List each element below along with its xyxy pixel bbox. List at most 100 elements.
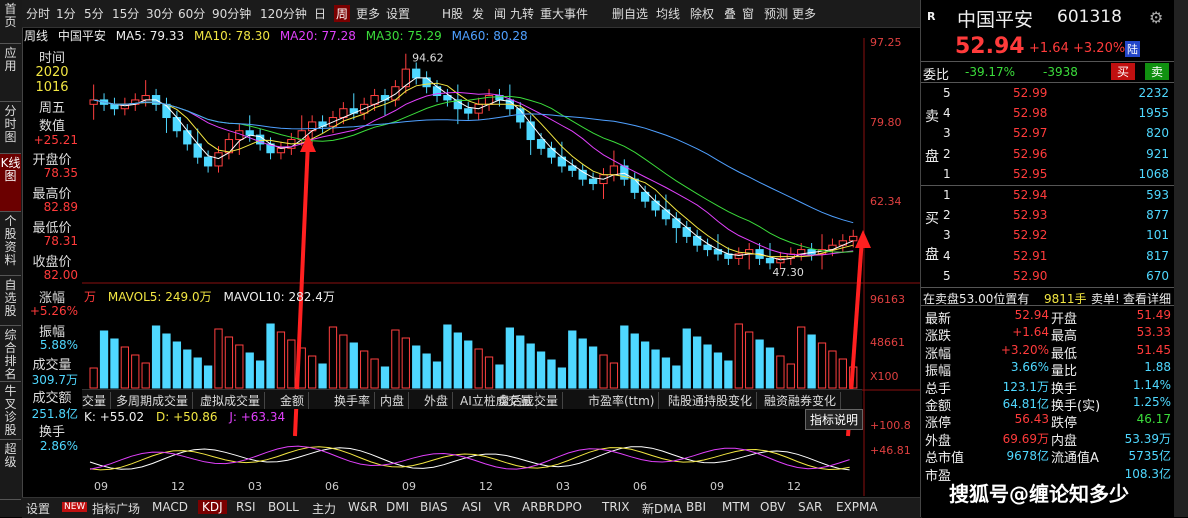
period-tab-7[interactable]: 120分钟 [260, 5, 307, 22]
high-value: 82.89 [43, 200, 78, 214]
volume-bar-60 [713, 352, 723, 389]
bottom-tab-20[interactable]: SAR [798, 500, 822, 514]
axis-label-0: 97.25 [870, 38, 902, 49]
period-tab-1[interactable]: 1分 [56, 5, 76, 22]
indicator-tab-5[interactable]: 内盘 [380, 392, 410, 409]
bottom-tab-12[interactable]: VR [494, 500, 511, 514]
volume-bar-68 [797, 326, 806, 389]
tool-item-0[interactable]: H股 [442, 5, 463, 22]
stat-label-a-8: 总市值 [925, 451, 965, 467]
kdj-legend: K: +55.02 D: +50.86 J: +63.34 [84, 410, 285, 424]
volume-bar-23 [328, 326, 338, 389]
tool-item-2[interactable]: 闻 [494, 5, 506, 22]
period-tab-6[interactable]: 90分钟 [212, 5, 251, 22]
bottom-tab-7[interactable]: 主力 [312, 500, 336, 517]
period-tab-2[interactable]: 5分 [84, 5, 104, 22]
bids-price-2: 52.92 [1013, 228, 1048, 243]
nav-item-2[interactable]: 分时图 [0, 102, 21, 154]
indicator-tab-3[interactable]: 金额 [280, 392, 310, 409]
tool-item-8[interactable]: 叠 [724, 5, 736, 22]
kline-chart[interactable]: 97.25 79.80 62.34 96163 48661 X100 +100.8 +46.8… [82, 38, 920, 496]
right-scrollbar[interactable] [1174, 0, 1188, 517]
tool-item-9[interactable]: 窗 [742, 5, 754, 22]
kdj-j: J: +63.34 [229, 410, 286, 424]
tool-item-3[interactable]: 九转 [510, 5, 534, 22]
bottom-tab-2[interactable]: 指标广场 [92, 500, 140, 517]
bottom-tab-1[interactable]: NEW [62, 502, 88, 512]
bottom-tab-14[interactable]: DPO [556, 500, 582, 514]
axis-label-4: 48661 [870, 336, 905, 349]
nav-item-6[interactable]: 综合排名 [0, 326, 21, 382]
period-tab-10[interactable]: 更多 [356, 5, 380, 22]
bottom-tab-6[interactable]: BOLL [268, 500, 299, 514]
bids-qty-2: 101 [1146, 228, 1169, 243]
bottom-tab-18[interactable]: MTM [722, 500, 750, 514]
tool-item-6[interactable]: 均线 [656, 5, 680, 22]
close-value: 82.00 [43, 268, 78, 282]
tool-item-11[interactable]: 更多 [792, 5, 816, 22]
nav-item-3[interactable]: K线图 [0, 154, 21, 212]
indicator-tab-1[interactable]: 多周期成交量 [116, 392, 194, 409]
period-tab-5[interactable]: 60分 [178, 5, 205, 22]
nav-item-5[interactable]: 自选股 [0, 276, 21, 326]
sell-button[interactable]: 卖 [1145, 63, 1170, 80]
tool-item-10[interactable]: 预测 [764, 5, 788, 22]
tool-item-7[interactable]: 除权 [690, 5, 714, 22]
x-tick-7: 06 [633, 480, 647, 493]
stat-label-a-2: 涨幅 [925, 346, 952, 362]
volume-bar-47 [578, 338, 587, 389]
bottom-tab-16[interactable]: 新DMA [642, 500, 682, 517]
bottom-tab-0[interactable]: 设置 [26, 500, 50, 517]
bottom-tab-11[interactable]: ASI [462, 500, 481, 514]
candle-body-20 [297, 130, 306, 141]
period-tab-4[interactable]: 30分 [146, 5, 173, 22]
stat-value-b-4: 1.14% [1132, 377, 1171, 392]
indicator-tab-11[interactable]: 融资融券变化 [764, 392, 842, 409]
tool-item-1[interactable]: 发 [472, 5, 484, 22]
stat-label-a-3: 振幅 [925, 364, 952, 380]
tool-item-4[interactable]: 重大事件 [540, 5, 588, 22]
period-tab-0[interactable]: 分时 [26, 5, 50, 22]
axis-label-1: 79.80 [870, 116, 902, 129]
axis-label-2: 62.34 [870, 195, 902, 208]
indicator-tab-0[interactable]: 交量 [82, 392, 112, 409]
volume-bar-58 [693, 336, 702, 389]
indicator-tab-9[interactable]: 市盈率(ttm) [588, 392, 660, 409]
period-tab-9[interactable]: 周 [334, 5, 351, 22]
asks-price-3: 52.96 [1013, 146, 1048, 161]
volume-bar-65 [765, 347, 775, 389]
bottom-tab-5[interactable]: RSI [236, 500, 256, 514]
bottom-tab-15[interactable]: TRIX [602, 500, 629, 514]
bottom-tab-8[interactable]: W&R [348, 500, 378, 514]
nav-item-0[interactable]: 首页 [0, 0, 21, 44]
stat-label-a-4: 总手 [925, 381, 952, 397]
bottom-tab-17[interactable]: BBI [686, 500, 706, 514]
indicator-explain-button[interactable]: 指标说明 [805, 409, 864, 430]
bottom-tab-4[interactable]: KDJ [198, 500, 227, 514]
bottom-tab-3[interactable]: MACD [152, 500, 188, 514]
bottom-tab-13[interactable]: ARBR [522, 500, 555, 514]
indicator-tab-4[interactable]: 换手率 [334, 392, 376, 409]
buy-button[interactable]: 买 [1111, 63, 1136, 80]
nav-item-4[interactable]: 个股资料 [0, 212, 21, 276]
bottom-tab-10[interactable]: BIAS [420, 500, 448, 514]
nav-item-7[interactable]: 牛叉诊股 [0, 382, 21, 440]
bids-level-2: 3 [943, 228, 951, 243]
period-tab-3[interactable]: 15分 [112, 5, 139, 22]
tool-item-5[interactable]: 删自选 [612, 5, 648, 22]
indicator-tab-6[interactable]: 外盘 [424, 392, 454, 409]
bottom-tab-19[interactable]: OBV [760, 500, 786, 514]
indicator-tab-8[interactable]: 盘后成交量 [498, 392, 564, 409]
value-label: 数值 [38, 119, 65, 134]
bottom-tab-21[interactable]: EXPMA [836, 500, 878, 514]
bids-qty-0: 593 [1146, 188, 1169, 202]
gear-icon[interactable]: ⚙ [1149, 8, 1163, 27]
period-tab-11[interactable]: 设置 [386, 5, 410, 22]
bottom-tab-9[interactable]: DMI [386, 500, 409, 514]
nav-item-8[interactable]: 超级 [0, 440, 21, 500]
nav-item-1[interactable]: 应用 [0, 44, 21, 102]
period-tab-8[interactable]: 日 [314, 5, 326, 22]
candle-body-18 [276, 147, 286, 154]
indicator-tab-2[interactable]: 虚拟成交量 [200, 392, 266, 409]
indicator-tab-10[interactable]: 陆股通持股变化 [668, 392, 758, 409]
